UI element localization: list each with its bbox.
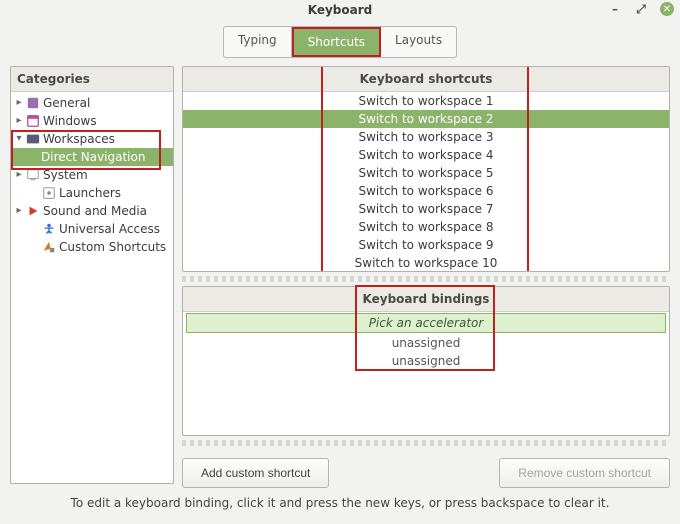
shortcut-row[interactable]: Switch to workspace 5 xyxy=(183,164,669,182)
tab-shortcuts[interactable]: Shortcuts xyxy=(294,29,379,55)
window-controls: – ⤢ ✕ xyxy=(608,2,674,16)
chevron-right-icon[interactable]: ▸ xyxy=(13,95,25,111)
categories-header: Categories xyxy=(11,67,173,92)
tab-shortcuts-highlight: Shortcuts xyxy=(292,27,381,57)
sidebar-item-launchers[interactable]: ▸Launchers xyxy=(11,184,173,202)
tab-typing[interactable]: Typing xyxy=(224,27,292,57)
sidebar-item-custom-shortcuts[interactable]: ▸Custom Shortcuts xyxy=(11,238,173,256)
sidebar-item-label: Windows xyxy=(43,113,97,129)
launchers-icon xyxy=(41,185,57,201)
access-icon xyxy=(41,221,57,237)
sidebar-item-label: General xyxy=(43,95,90,111)
custom-icon xyxy=(41,239,57,255)
binding-row[interactable]: unassigned xyxy=(183,334,669,352)
separator-2 xyxy=(182,440,670,446)
button-row: Add custom shortcut Remove custom shortc… xyxy=(182,450,670,490)
tab-box: Typing Shortcuts Layouts xyxy=(223,26,457,58)
shortcut-row[interactable]: Switch to workspace 6 xyxy=(183,182,669,200)
shortcut-row[interactable]: Switch to workspace 2 xyxy=(183,110,669,128)
sidebar-item-label: System xyxy=(43,167,88,183)
category-tree[interactable]: ▸General▸Windows▾Workspaces▸Direct Navig… xyxy=(11,92,173,258)
sidebar-item-label: Universal Access xyxy=(59,221,160,237)
shortcut-row[interactable]: Switch to workspace 4 xyxy=(183,146,669,164)
tab-layouts[interactable]: Layouts xyxy=(381,27,456,57)
shortcut-row[interactable]: Switch to workspace 3 xyxy=(183,128,669,146)
close-icon[interactable]: ✕ xyxy=(660,2,674,16)
chevron-right-icon[interactable]: ▸ xyxy=(13,167,25,183)
sidebar-item-workspaces[interactable]: ▾ Workspaces xyxy=(11,130,173,148)
minimize-icon[interactable]: – xyxy=(608,2,622,16)
shortcuts-header: Keyboard shortcuts xyxy=(183,67,669,92)
maximize-icon[interactable]: ⤢ xyxy=(634,2,648,16)
sidebar-item-label: Custom Shortcuts xyxy=(59,239,166,255)
categories-panel: Categories ▸General▸Windows▾Workspaces▸D… xyxy=(10,66,174,484)
bindings-list[interactable]: Pick an accelerator unassignedunassigned xyxy=(183,314,669,374)
footer-hint: To edit a keyboard binding, click it and… xyxy=(0,490,680,516)
main-area: Categories ▸General▸Windows▾Workspaces▸D… xyxy=(0,66,680,490)
workspaces-icon xyxy=(25,131,41,147)
system-icon xyxy=(25,167,41,183)
shortcuts-list[interactable]: Switch to workspace 1Switch to workspace… xyxy=(183,92,669,272)
shortcut-row[interactable]: Switch to workspace 10 xyxy=(183,254,669,272)
shortcuts-panel: Keyboard shortcuts Switch to workspace 1… xyxy=(182,66,670,272)
shortcut-row[interactable]: Switch to workspace 9 xyxy=(183,236,669,254)
separator xyxy=(182,276,670,282)
sidebar-item-label: Launchers xyxy=(59,185,121,201)
window-title: Keyboard xyxy=(308,3,373,17)
general-icon xyxy=(25,95,41,111)
bindings-header: Keyboard bindings xyxy=(183,287,669,312)
sidebar-item-sound-and-media[interactable]: ▸ Sound and Media xyxy=(11,202,173,220)
shortcut-row[interactable]: Switch to workspace 8 xyxy=(183,218,669,236)
binding-row[interactable]: unassigned xyxy=(183,352,669,370)
shortcut-row[interactable]: Switch to workspace 1 xyxy=(183,92,669,110)
sidebar-item-direct-navigation[interactable]: ▸Direct Navigation xyxy=(11,148,173,166)
chevron-right-icon[interactable]: ▸ xyxy=(13,203,25,219)
sidebar-item-label: Direct Navigation xyxy=(41,149,145,165)
chevron-right-icon[interactable]: ▸ xyxy=(13,113,25,129)
sidebar-item-label: Workspaces xyxy=(43,131,115,147)
chevron-down-icon[interactable]: ▾ xyxy=(13,131,25,147)
sidebar-item-label: Sound and Media xyxy=(43,203,147,219)
title-bar: Keyboard – ⤢ ✕ xyxy=(0,0,680,20)
sidebar-item-general[interactable]: ▸ General xyxy=(11,94,173,112)
bindings-panel: Keyboard bindings Pick an accelerator una… xyxy=(182,286,670,436)
windows-icon xyxy=(25,113,41,129)
sidebar-item-windows[interactable]: ▸ Windows xyxy=(11,112,173,130)
binding-accelerator-editing[interactable]: Pick an accelerator xyxy=(187,314,665,332)
tab-row: Typing Shortcuts Layouts xyxy=(0,20,680,66)
remove-custom-shortcut-button: Remove custom shortcut xyxy=(499,458,670,488)
shortcut-row[interactable]: Switch to workspace 7 xyxy=(183,200,669,218)
add-custom-shortcut-button[interactable]: Add custom shortcut xyxy=(182,458,329,488)
right-column: Keyboard shortcuts Switch to workspace 1… xyxy=(182,66,670,490)
media-icon xyxy=(25,203,41,219)
sidebar-item-system[interactable]: ▸ System xyxy=(11,166,173,184)
sidebar-item-universal-access[interactable]: ▸Universal Access xyxy=(11,220,173,238)
